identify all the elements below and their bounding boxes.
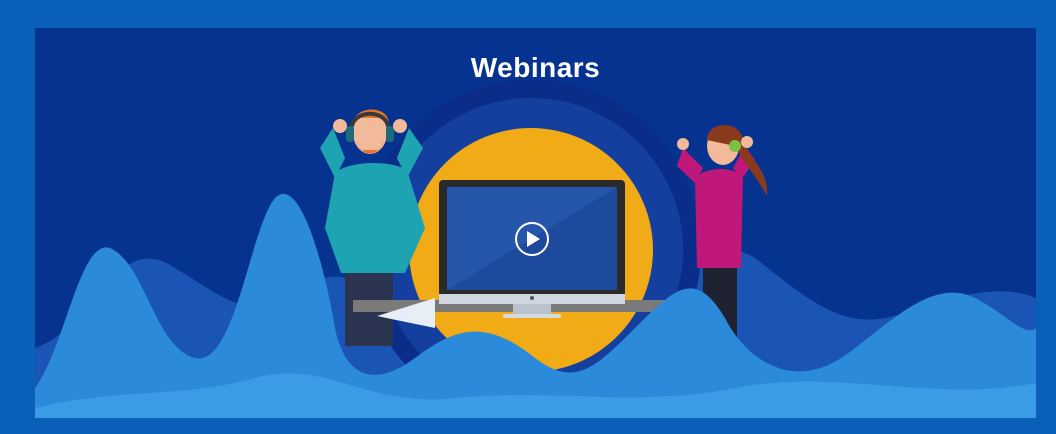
outer-frame: Webinars [0, 0, 1056, 434]
monitor-icon [439, 180, 625, 318]
webinars-banner[interactable]: Webinars [35, 28, 1036, 418]
banner-illustration [35, 28, 1036, 418]
banner-title: Webinars [470, 52, 601, 83]
